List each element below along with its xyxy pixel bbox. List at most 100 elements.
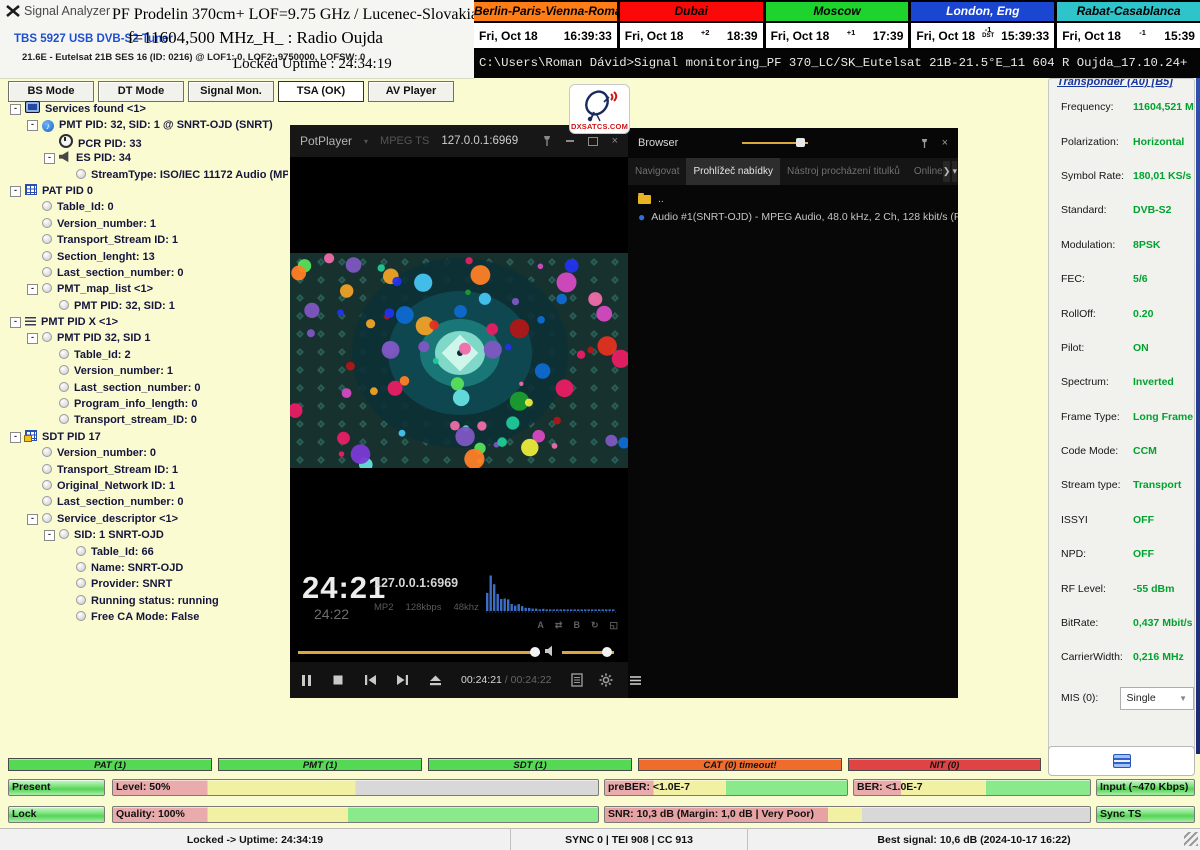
tree-item[interactable]: Transport_Stream ID: 1 bbox=[6, 462, 288, 478]
close-icon[interactable]: × bbox=[942, 137, 948, 149]
volume-knob[interactable] bbox=[602, 647, 612, 657]
settings-gear-icon[interactable] bbox=[599, 673, 613, 687]
tree-item[interactable]: StreamType: ISO/IEC 11172 Audio (MPEG-1)… bbox=[6, 167, 288, 183]
mis-value: Single bbox=[1127, 692, 1156, 704]
collapse-toggle[interactable]: - bbox=[10, 104, 21, 115]
tree-item-label: Table_Id: 2 bbox=[74, 349, 131, 361]
collapse-toggle[interactable]: - bbox=[27, 120, 38, 131]
tree-item[interactable]: Table_Id: 66 bbox=[6, 544, 288, 560]
tree-item-label: Table_Id: 0 bbox=[57, 201, 114, 213]
tree-item[interactable]: Last_section_number: 0 bbox=[6, 494, 288, 510]
tree-item[interactable]: -♪PMT PID: 32, SID: 1 @ SNRT-OJD (SNRT) bbox=[6, 117, 288, 133]
parameter-label: BitRate: bbox=[1061, 617, 1133, 629]
tree-item[interactable]: Program_info_length: 0 bbox=[6, 396, 288, 412]
fullscreen-icon[interactable]: ◱ bbox=[609, 620, 618, 631]
menu-icon[interactable] bbox=[629, 675, 642, 686]
tree-item[interactable]: Name: SNRT-OJD bbox=[6, 560, 288, 576]
parameter-value: CCM bbox=[1133, 445, 1157, 457]
mode-button-tsa-ok-[interactable]: TSA (OK) bbox=[278, 81, 364, 102]
tree-item-label: PMT PID 32, SID 1 bbox=[57, 332, 151, 344]
volume-icon[interactable] bbox=[544, 645, 556, 657]
tree-item[interactable]: Last_section_number: 0 bbox=[6, 380, 288, 396]
list-item-up[interactable]: .. bbox=[628, 190, 958, 208]
collapse-toggle[interactable]: - bbox=[27, 333, 38, 344]
tree-item[interactable]: -Service_descriptor <1> bbox=[6, 511, 288, 527]
panel-action-button[interactable] bbox=[1048, 746, 1195, 776]
collapse-toggle[interactable]: - bbox=[27, 284, 38, 295]
collapse-toggle[interactable]: - bbox=[27, 514, 38, 525]
previous-button[interactable] bbox=[363, 674, 377, 686]
tree-item[interactable]: -PAT PID 0 bbox=[6, 183, 288, 199]
tree-item[interactable]: Transport_Stream ID: 1 bbox=[6, 232, 288, 248]
chevron-down-icon[interactable]: ▾ bbox=[364, 137, 368, 146]
repeat-icon[interactable]: ↻ bbox=[591, 620, 599, 631]
tree-item[interactable]: Original_Network ID: 1 bbox=[6, 478, 288, 494]
tree-item[interactable]: -Services found <1> bbox=[6, 101, 288, 117]
console-window[interactable]: C:\Users\Roman Dávid>Signal monitoring_P… bbox=[474, 50, 1200, 78]
resize-grip[interactable] bbox=[1184, 832, 1198, 846]
pin-icon[interactable] bbox=[920, 138, 929, 149]
close-icon[interactable]: × bbox=[612, 135, 618, 147]
browser-tab-2[interactable]: Nástroj procházení titulků bbox=[780, 158, 907, 185]
tab-scroll-right-icon[interactable]: ❯ bbox=[943, 161, 951, 182]
tree-item[interactable]: Provider: SNRT bbox=[6, 576, 288, 592]
tree-item[interactable]: - ES PID: 34 bbox=[6, 150, 288, 166]
minimize-icon[interactable] bbox=[566, 140, 574, 142]
playlist-icon[interactable] bbox=[571, 673, 583, 687]
video-canvas bbox=[290, 253, 628, 468]
pin-icon[interactable] bbox=[542, 135, 552, 147]
maximize-icon[interactable] bbox=[588, 137, 598, 146]
tree-item[interactable]: Running status: running bbox=[6, 593, 288, 609]
potplayer-title: PotPlayer bbox=[300, 134, 352, 148]
tree-item[interactable]: -SDT PID 17 bbox=[6, 429, 288, 445]
collapse-toggle[interactable]: - bbox=[44, 530, 55, 541]
mode-button-bs-mode[interactable]: BS Mode bbox=[8, 81, 94, 102]
tree-item[interactable]: Version_number: 1 bbox=[6, 216, 288, 232]
tree-item-label: Free CA Mode: False bbox=[91, 611, 199, 623]
tree-item[interactable]: Version_number: 0 bbox=[6, 445, 288, 461]
tree-item[interactable]: Free CA Mode: False bbox=[6, 609, 288, 625]
browser-slider-knob[interactable] bbox=[796, 138, 805, 147]
tree-item[interactable]: Section_lenght: 13 bbox=[6, 249, 288, 265]
seek-knob[interactable] bbox=[530, 647, 540, 657]
collapse-toggle[interactable]: - bbox=[44, 153, 55, 164]
stop-button[interactable] bbox=[332, 674, 344, 686]
tree-item[interactable]: PCR PID: 33 bbox=[6, 134, 288, 150]
tree-item[interactable]: Transport_stream_ID: 0 bbox=[6, 412, 288, 428]
parameter-label: Frame Type: bbox=[1061, 411, 1133, 423]
parameter-value: 0,216 MHz bbox=[1133, 651, 1184, 663]
ab-repeat-b-icon[interactable]: B bbox=[573, 620, 580, 631]
tree-item[interactable]: Table_Id: 0 bbox=[6, 199, 288, 215]
mis-dropdown[interactable]: Single ▼ bbox=[1120, 687, 1194, 710]
browser-tab-3[interactable]: Online vyhledávání titulků bbox=[907, 158, 942, 185]
browser-tab-0[interactable]: Navigovat bbox=[628, 158, 686, 185]
transponder-row: NPD:OFF bbox=[1049, 537, 1194, 571]
seek-bar[interactable] bbox=[298, 651, 540, 654]
collapse-toggle[interactable]: - bbox=[10, 432, 21, 443]
tree-item[interactable]: -SID: 1 SNRT-OJD bbox=[6, 527, 288, 543]
tree-item[interactable]: -PMT_map_list <1> bbox=[6, 281, 288, 297]
tree-item[interactable]: Last_section_number: 0 bbox=[6, 265, 288, 281]
tree-item-label: PMT PID: 32, SID: 1 @ SNRT-OJD (SNRT) bbox=[59, 119, 273, 131]
tree-item[interactable]: -PMT PID X <1> bbox=[6, 314, 288, 330]
mode-button-av-player[interactable]: AV Player bbox=[368, 81, 454, 102]
collapse-toggle[interactable]: - bbox=[10, 317, 21, 328]
clock-utc-offset: +2 bbox=[701, 29, 710, 36]
tab-list-icon[interactable]: ▾ bbox=[952, 161, 957, 182]
ab-swap-icon[interactable]: ⇄ bbox=[555, 620, 563, 631]
tree-item-label: ES PID: 34 bbox=[76, 152, 131, 164]
tree-item[interactable]: PMT PID: 32, SID: 1 bbox=[6, 298, 288, 314]
browser-titlebar[interactable]: Browser × bbox=[628, 128, 958, 158]
tree-item[interactable]: Table_Id: 2 bbox=[6, 347, 288, 363]
ab-repeat-a-icon[interactable]: A bbox=[537, 620, 544, 631]
mode-button-signal-mon-[interactable]: Signal Mon. bbox=[188, 81, 274, 102]
list-item-audio[interactable]: ● Audio #1(SNRT-OJD) - MPEG Audio, 48.0 … bbox=[628, 208, 958, 226]
pause-button[interactable] bbox=[300, 674, 313, 687]
next-button[interactable] bbox=[396, 674, 410, 686]
eject-button[interactable] bbox=[429, 674, 442, 687]
tree-item[interactable]: - PMT PID 32, SID 1 bbox=[6, 330, 288, 346]
mode-button-dt-mode[interactable]: DT Mode bbox=[98, 81, 184, 102]
browser-tab-1[interactable]: Prohlížeč nabídky bbox=[686, 158, 780, 185]
collapse-toggle[interactable]: - bbox=[10, 186, 21, 197]
tree-item[interactable]: Version_number: 1 bbox=[6, 363, 288, 379]
